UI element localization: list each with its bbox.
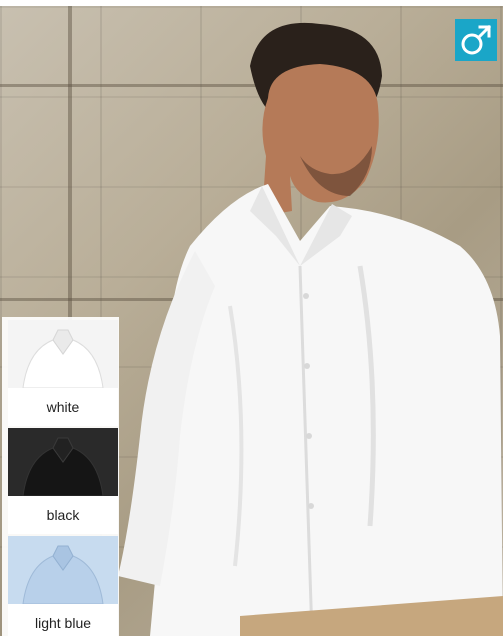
color-option-white[interactable]: white — [8, 320, 118, 426]
shirt-thumbnail — [8, 320, 118, 388]
color-option-black[interactable]: black — [8, 428, 118, 534]
color-label: black — [8, 496, 118, 534]
color-label: white — [8, 388, 118, 426]
color-label: light blue — [8, 604, 118, 642]
shirt-thumbnail — [8, 428, 118, 496]
male-symbol-icon — [455, 19, 497, 61]
color-swatch-panel: white black light blue — [2, 317, 119, 642]
shirt-thumbnail — [8, 536, 118, 604]
color-option-light-blue[interactable]: light blue — [8, 536, 118, 642]
